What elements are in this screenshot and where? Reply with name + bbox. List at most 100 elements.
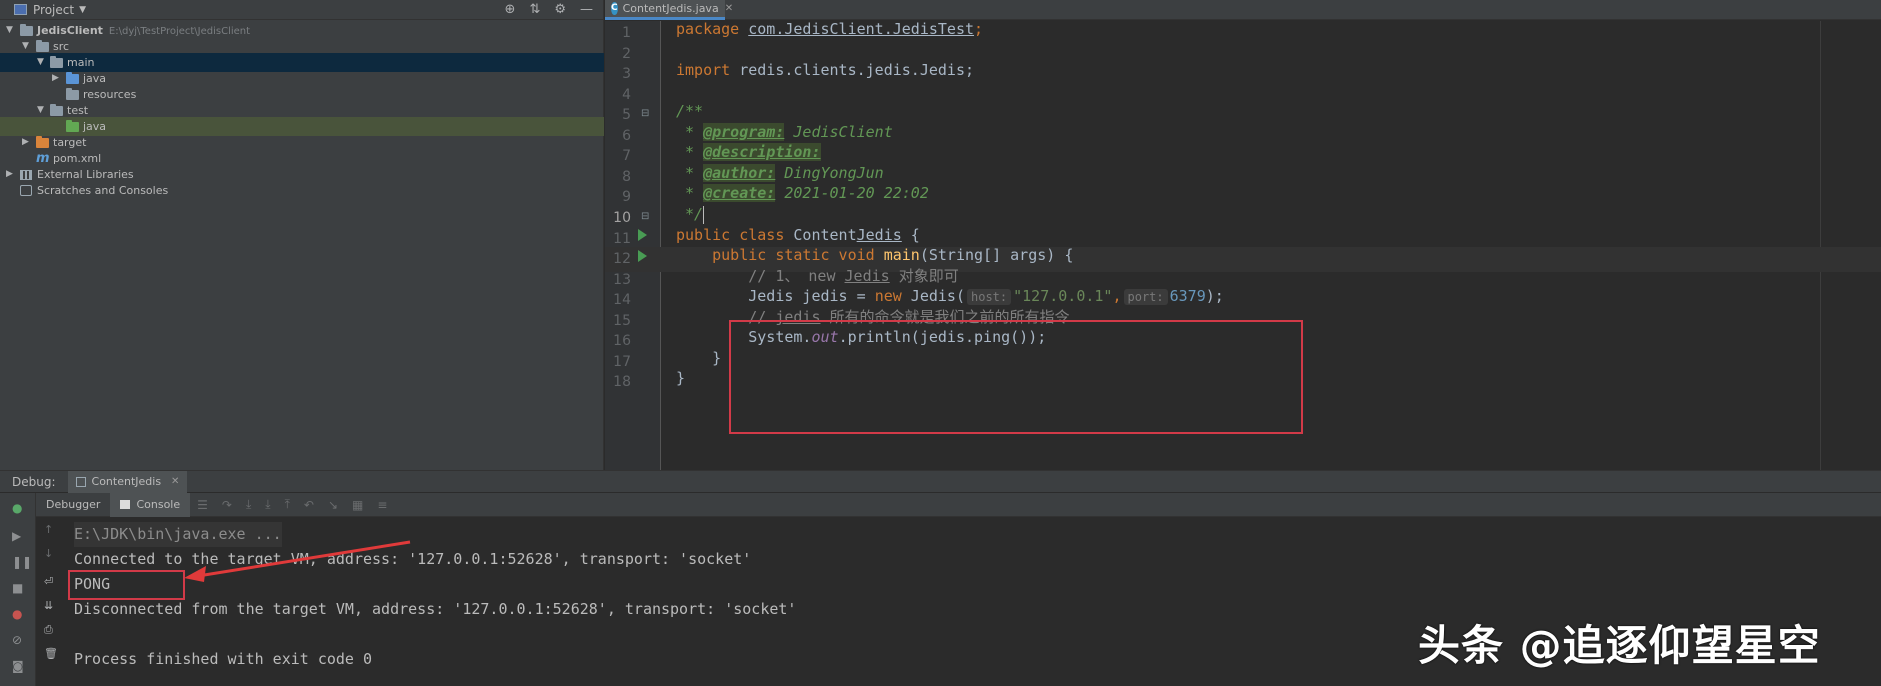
code-line-18: } — [676, 369, 686, 387]
run-class-icon[interactable] — [638, 229, 647, 241]
folder-icon — [36, 40, 49, 52]
evaluate-icon[interactable]: ▦ — [352, 498, 363, 512]
package-name: com.JedisClient.JedisTest — [748, 20, 975, 38]
mute-breakpoints-icon[interactable]: ⊘ — [12, 633, 22, 647]
comment-ref: Jedis — [844, 267, 890, 285]
doc-star: * — [676, 184, 704, 202]
project-panel-tools: ⊕ ⇅ ⚙ — — [505, 2, 593, 17]
console-icon — [120, 500, 131, 509]
java-class-icon: C — [611, 2, 618, 15]
string-literal: "127.0.0.1" — [1013, 287, 1113, 305]
project-panel: Project ▼ ⊕ ⇅ ⚙ — ▼ JedisClient E:\dyj\Te… — [0, 0, 604, 470]
stop-icon[interactable]: ■ — [12, 581, 23, 595]
doc-star: * — [676, 143, 704, 161]
soft-wrap-icon[interactable]: ⏎ — [44, 575, 53, 588]
scratches-icon — [20, 185, 32, 196]
code-line-3: import redis.clients.jedis.Jedis; — [676, 58, 974, 83]
debug-label: Debug: — [12, 474, 56, 489]
console-gutter: ↑ ↓ ⏎ ⇊ ⎙ 🗑 — [36, 517, 62, 686]
resources-folder-icon — [66, 88, 79, 100]
output-annotation-box — [68, 570, 185, 600]
debug-tab-contentjedis[interactable]: ContentJedis ✕ — [67, 470, 188, 493]
tree-item-label: Scratches and Consoles — [37, 184, 169, 197]
doc-tag: @program: — [703, 123, 785, 141]
project-panel-title: Project — [33, 2, 75, 17]
keyword: public static void — [676, 246, 875, 264]
comment-text: 对象即可 — [889, 267, 959, 285]
trace-icon[interactable]: ≡ — [377, 498, 387, 512]
text-cursor — [703, 205, 705, 224]
tab-debugger[interactable]: Debugger — [36, 493, 110, 517]
tree-item-scratches[interactable]: Scratches and Consoles — [0, 181, 604, 200]
view-breakpoints-icon[interactable]: ● — [12, 607, 22, 621]
test-folder-icon — [66, 120, 79, 132]
pause-icon[interactable]: ❚❚ — [12, 555, 32, 569]
up-arrow-icon[interactable]: ↑ — [44, 523, 53, 536]
doc-value: DingYongJun — [775, 164, 884, 182]
resume-icon[interactable]: ▶ — [12, 529, 21, 543]
run-to-cursor-icon[interactable]: ↘ — [328, 498, 338, 512]
down-arrow-icon[interactable]: ↓ — [44, 547, 53, 560]
doc-star: * — [676, 164, 704, 182]
editor-tab-label: ContentJedis.java — [622, 2, 719, 15]
folder-icon — [50, 56, 63, 68]
collapse-all-icon[interactable]: ⇅ — [529, 2, 540, 17]
class-name-underlined: Jedis — [856, 226, 902, 244]
method-name: main — [874, 246, 920, 264]
close-icon[interactable]: ✕ — [171, 476, 179, 487]
tab-console[interactable]: Console — [110, 492, 191, 517]
keyword: new — [874, 287, 902, 305]
module-folder-icon — [20, 24, 33, 36]
gear-icon[interactable]: ⚙ — [554, 2, 566, 17]
code-annotation-box — [729, 320, 1303, 434]
code-line-1: package com.JedisClient.JedisTest; — [676, 17, 983, 42]
force-step-into-icon[interactable]: ⤓ — [265, 497, 270, 512]
close-icon[interactable]: ✕ — [725, 3, 733, 14]
debug-action-bar: ● ▶ ❚❚ ■ ● ⊘ ◙ — [0, 493, 36, 686]
console-line: Disconnected from the target VM, address… — [74, 600, 797, 618]
print-icon[interactable]: ⎙ — [44, 623, 53, 637]
param-hint-port: port: — [1123, 289, 1168, 305]
semicolon: ; — [974, 20, 984, 38]
keyword: public class — [676, 226, 785, 244]
rerun-icon[interactable]: ● — [12, 501, 22, 515]
watermark: 头条 @追逐仰望星空 — [1418, 621, 1821, 670]
code-text: Jedis( — [901, 287, 965, 305]
menu-icon[interactable]: ☰ — [197, 498, 208, 512]
hide-icon[interactable]: — — [580, 2, 593, 17]
step-over-icon[interactable]: ↷ — [222, 498, 232, 512]
right-margin-guide — [1820, 21, 1821, 470]
keyword: package — [676, 20, 740, 38]
code-line-9: * @create: 2021-01-20 22:02 — [676, 181, 929, 206]
keyword: import — [676, 61, 731, 79]
run-config-icon — [75, 476, 86, 487]
debug-toolbar: Debugger Console ☰ ↷ ⤓ ⤓ ⤒ ↶ ↘ ▦ ≡ — [36, 492, 1881, 517]
drop-frame-icon[interactable]: ↶ — [304, 498, 314, 512]
step-out-icon[interactable]: ⤒ — [285, 497, 290, 512]
number-literal: 6379 — [1169, 287, 1206, 305]
debug-tab-label: ContentJedis — [91, 475, 162, 488]
camera-icon[interactable]: ◙ — [12, 659, 24, 673]
fold-icon[interactable]: ⊟ — [641, 108, 649, 119]
scroll-to-end-icon[interactable]: ⇊ — [44, 599, 53, 612]
tree-item-path: E:\dyj\TestProject\JedisClient — [108, 26, 251, 37]
brace: { — [901, 226, 920, 244]
locate-icon[interactable]: ⊕ — [505, 2, 516, 17]
line-number: 18 — [613, 374, 631, 390]
source-folder-icon — [66, 72, 79, 84]
run-main-icon[interactable] — [638, 250, 647, 262]
import-path: redis.clients.jedis.Jedis; — [730, 61, 975, 79]
method-signature: (String[] args) { — [919, 246, 1074, 264]
annotation-arrow — [184, 540, 411, 582]
param-hint-host: host: — [967, 289, 1012, 305]
tab-label: Debugger — [46, 498, 101, 511]
library-icon — [20, 170, 32, 180]
tab-label: Console — [136, 498, 181, 511]
doc-tag: @create: — [703, 184, 776, 202]
chevron-down-icon[interactable]: ▼ — [79, 5, 86, 15]
trash-icon[interactable]: 🗑 — [44, 647, 58, 660]
project-icon — [14, 4, 27, 15]
step-into-icon[interactable]: ⤓ — [246, 497, 251, 512]
fold-icon[interactable]: ⊟ — [641, 211, 649, 222]
doc-end: */ — [676, 205, 704, 223]
